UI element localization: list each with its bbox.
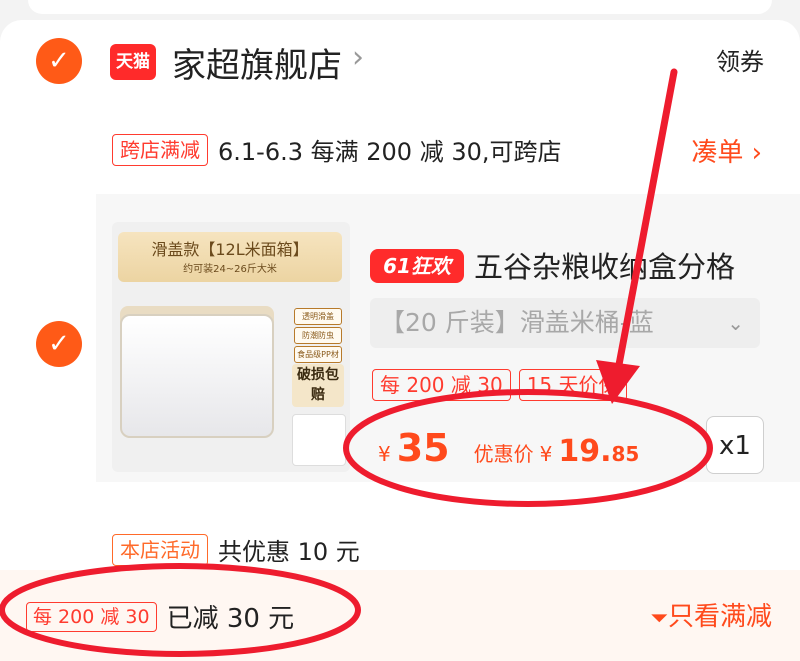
filter-label: 只看满减 — [667, 602, 772, 632]
chevron-down-icon: ⌄ — [727, 311, 744, 335]
quantity-stepper[interactable]: x1 — [706, 416, 764, 474]
currency-symbol: ¥ — [378, 442, 391, 466]
feature-chip: 防潮防虫 — [294, 327, 342, 344]
sku-text: 【20 斤装】滑盖米桶-蓝 — [380, 308, 654, 337]
discount-rule-tag: 每 200 减 30 — [372, 369, 511, 401]
product-select-check-icon[interactable]: ✓ — [36, 321, 82, 367]
reduced-amount-text: 已减 30 元 — [166, 604, 295, 634]
store-activity-tag: 本店活动 — [112, 533, 208, 566]
discount-price: 19. — [558, 434, 612, 469]
sku-selector[interactable]: 【20 斤装】滑盖米桶-蓝 ⌄ — [370, 298, 760, 348]
total-discount-text: 共优惠 10 元 — [218, 538, 360, 566]
only-full-discount-filter[interactable]: ⏷只看满减 — [650, 596, 772, 633]
product-thumbnail[interactable]: 滑盖款【12L米面箱】 约可装24~26斤大米 透明滑盖 防潮防虫 食品级PP材… — [112, 222, 350, 472]
chevron-right-icon[interactable]: › — [352, 40, 364, 75]
bottom-discount-tag: 每 200 减 30 — [26, 601, 157, 632]
price: 35 — [396, 426, 450, 470]
product-title[interactable]: 五谷杂粮收纳盒分格 — [474, 244, 735, 286]
thumbnail-banner: 滑盖款【12L米面箱】 约可装24~26斤大米 — [118, 232, 342, 282]
coupon-button[interactable]: 领券 — [716, 42, 764, 77]
promo-tag: 跨店满减 — [112, 133, 208, 166]
filter-icon: ⏷ — [650, 606, 668, 631]
shop-name[interactable]: 家超旗舰店 — [172, 38, 342, 87]
rice-bin-image — [120, 314, 274, 438]
discount-price-cents: 85 — [611, 442, 640, 466]
feature-chip: 透明滑盖 — [294, 308, 342, 325]
price-protection-tag: 15 天价保 — [518, 369, 627, 401]
mini-box-image — [292, 414, 346, 466]
bottom-discount-bar: 每 200 减 30 已减 30 元 ⏷只看满减 — [0, 570, 800, 661]
festival-tag: 61狂欢 — [370, 249, 464, 283]
store-activity: 本店活动 共优惠 10 元 — [112, 532, 360, 567]
promo-text: 6.1-6.3 每满 200 减 30,可跨店 — [218, 138, 562, 166]
add-items-button[interactable]: 凑单 › — [691, 132, 762, 169]
feature-chip: 食品级PP材质 — [294, 346, 342, 374]
applied-discount: 每 200 减 30 已减 30 元 — [26, 598, 294, 635]
tmall-logo: 天猫 — [110, 44, 156, 80]
currency-symbol: ¥ — [539, 442, 553, 466]
damage-guarantee-badge: 破损包赔 — [292, 364, 344, 407]
previous-card-edge — [28, 0, 772, 14]
price-row: ¥ 35 优惠价 ¥ 19. 85 — [378, 426, 639, 470]
shop-select-check-icon[interactable]: ✓ — [36, 38, 82, 84]
cross-store-promo: 跨店满减 6.1-6.3 每满 200 减 30,可跨店 — [112, 132, 562, 167]
discount-price-label: 优惠价 — [473, 442, 534, 466]
product-tags: 每 200 减 30 15 天价保 — [372, 369, 627, 401]
